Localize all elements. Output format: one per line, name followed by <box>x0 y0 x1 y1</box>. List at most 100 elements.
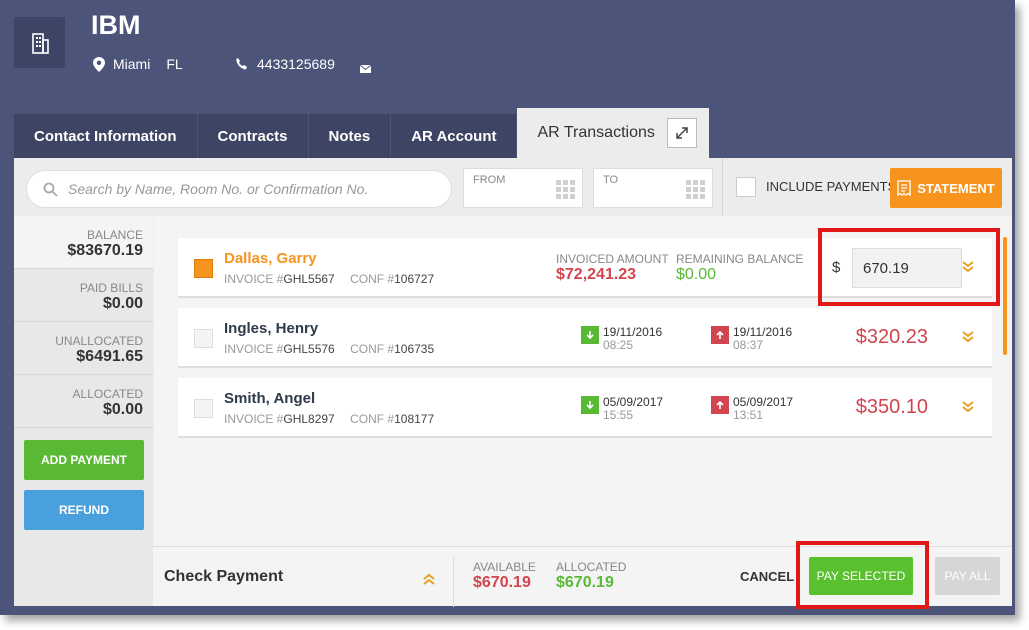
highlight-pay-selected <box>796 541 929 609</box>
balance-value: $83670.19 <box>67 242 143 259</box>
guest-name: Ingles, Henry <box>224 320 319 337</box>
include-payments-checkbox[interactable] <box>736 177 756 197</box>
check-in-datetime: 19/11/2016 08:25 <box>581 326 662 352</box>
conf-number: 106727 <box>394 272 435 286</box>
invoiced-amount-label: INVOICED AMOUNT <box>556 252 669 266</box>
tab-contracts[interactable]: Contracts <box>197 114 309 158</box>
paid-bills-value: $0.00 <box>102 295 143 312</box>
check-out-time: 13:51 <box>733 408 764 422</box>
statement-button[interactable]: STATEMENT <box>890 168 1002 208</box>
tab-contact-information[interactable]: Contact Information <box>14 114 198 158</box>
conf-number: 106735 <box>394 342 435 356</box>
arrow-down-icon <box>581 396 599 414</box>
arrow-up-icon <box>711 326 729 344</box>
mail-icon[interactable] <box>359 60 372 78</box>
row-checkbox[interactable] <box>194 399 213 418</box>
phone-number: 4433125689 <box>257 56 335 72</box>
search-input[interactable]: Search by Name, Room No. or Confirmation… <box>26 170 452 208</box>
expand-icon[interactable] <box>666 118 697 148</box>
check-in-time: 15:55 <box>603 408 634 422</box>
content-panel: Search by Name, Room No. or Confirmation… <box>14 158 1012 607</box>
to-label: TO <box>603 174 619 186</box>
include-payments-label: INCLUDE PAYMENTS <box>766 179 897 194</box>
to-date-field[interactable]: TO <box>593 168 713 208</box>
allocated-item: ALLOCATED $0.00 <box>14 375 153 428</box>
list-scrollbar[interactable] <box>1003 237 1007 355</box>
transaction-row[interactable]: Smith, Angel INVOICE #GHL8297 CONF #1081… <box>178 378 992 438</box>
calendar-grid-icon[interactable] <box>556 180 576 200</box>
conf-label: CONF # <box>350 272 395 286</box>
allocated-value: $0.00 <box>102 401 143 418</box>
from-date-field[interactable]: FROM <box>463 168 583 208</box>
paid-bills-item: PAID BILLS $0.00 <box>14 269 153 322</box>
row-meta: INVOICE #GHL5567 CONF #106727 <box>224 272 434 286</box>
receipt-icon <box>897 180 911 196</box>
guest-name: Smith, Angel <box>224 390 316 407</box>
invoice-label: INVOICE # <box>224 272 284 286</box>
conf-label: CONF # <box>350 342 395 356</box>
bottom-divider <box>453 557 454 607</box>
balance-label: BALANCE <box>86 228 143 242</box>
row-amount: $320.23 <box>855 326 928 348</box>
check-out-time: 08:37 <box>733 338 764 352</box>
cancel-button[interactable]: CANCEL <box>740 569 794 584</box>
allocated-label: ALLOCATED <box>556 560 627 574</box>
invoice-number: GHL8297 <box>283 412 335 426</box>
invoice-number: GHL5576 <box>283 342 335 356</box>
allocated-label: ALLOCATED <box>72 387 143 401</box>
remaining-balance-value: $0.00 <box>676 266 717 283</box>
search-icon <box>43 182 58 197</box>
building-icon <box>14 17 65 68</box>
row-meta: INVOICE #GHL5576 CONF #106735 <box>224 342 434 356</box>
arrow-down-icon <box>581 326 599 344</box>
transaction-row[interactable]: Ingles, Henry INVOICE #GHL5576 CONF #106… <box>178 308 992 368</box>
phone-icon <box>236 58 247 70</box>
location: Miami FL <box>93 56 183 72</box>
conf-label: CONF # <box>350 412 395 426</box>
company-name: IBM <box>91 10 141 40</box>
pay-all-button[interactable]: PAY ALL <box>935 557 1000 595</box>
row-meta: INVOICE #GHL8297 CONF #108177 <box>224 412 434 426</box>
map-pin-icon <box>93 56 105 72</box>
check-out-datetime: 19/11/2016 08:37 <box>711 326 792 352</box>
toolbar-divider <box>722 158 723 216</box>
tab-ar-account[interactable]: AR Account <box>391 114 518 158</box>
guest-name: Dallas, Garry <box>224 250 317 267</box>
row-checkbox[interactable] <box>194 259 213 278</box>
unallocated-item: UNALLOCATED $6491.65 <box>14 322 153 375</box>
account-summary-sidebar: BALANCE $83670.19 PAID BILLS $0.00 UNALL… <box>14 216 153 606</box>
statement-label: STATEMENT <box>917 180 995 196</box>
check-payment-title: Check Payment <box>164 568 284 585</box>
available-value: $670.19 <box>473 574 531 591</box>
check-in-datetime: 05/09/2017 15:55 <box>581 396 663 422</box>
tab-notes[interactable]: Notes <box>308 114 392 158</box>
check-in-time: 08:25 <box>603 338 634 352</box>
invoice-label: INVOICE # <box>224 412 284 426</box>
chevron-down-icon[interactable] <box>962 331 974 343</box>
unallocated-value: $6491.65 <box>76 348 143 365</box>
chevron-up-icon[interactable] <box>423 573 435 585</box>
invoice-label: INVOICE # <box>224 342 284 356</box>
invoiced-amount-value: $72,241.23 <box>556 266 637 283</box>
conf-number: 108177 <box>394 412 435 426</box>
city: Miami <box>113 56 151 72</box>
chevron-down-icon[interactable] <box>962 401 974 413</box>
from-label: FROM <box>473 174 506 186</box>
tab-bar: Contact Information Contracts Notes AR A… <box>14 108 710 158</box>
refund-button[interactable]: REFUND <box>24 490 144 530</box>
arrow-up-icon <box>711 396 729 414</box>
calendar-grid-icon[interactable] <box>686 180 706 200</box>
allocated-value: $670.19 <box>556 574 614 591</box>
row-amount: $350.10 <box>855 396 928 418</box>
highlight-payment-amount <box>818 228 1000 306</box>
add-payment-button[interactable]: ADD PAYMENT <box>24 440 144 480</box>
remaining-balance-label: REMAINING BALANCE <box>676 252 804 266</box>
phone: 4433125689 <box>236 56 335 72</box>
tab-ar-transactions-label: AR Transactions <box>537 124 655 141</box>
available-label: AVAILABLE <box>473 560 536 574</box>
check-out-datetime: 05/09/2017 13:51 <box>711 396 793 422</box>
tab-ar-transactions[interactable]: AR Transactions <box>517 108 710 158</box>
row-checkbox[interactable] <box>194 329 213 348</box>
invoice-number: GHL5567 <box>283 272 335 286</box>
search-placeholder: Search by Name, Room No. or Confirmation… <box>68 181 369 197</box>
